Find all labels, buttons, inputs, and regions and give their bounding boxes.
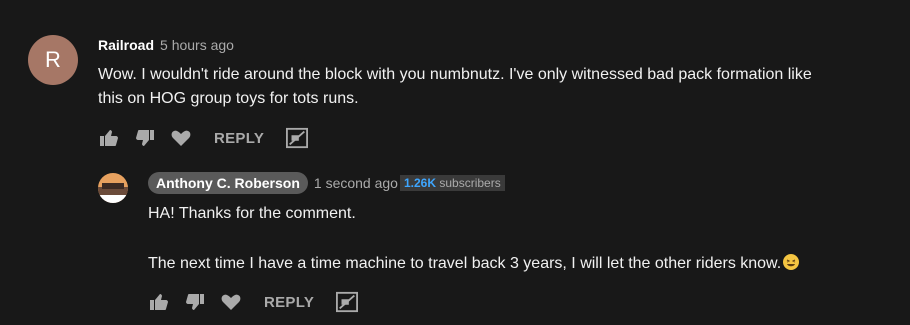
subscriber-count: 1.26K bbox=[403, 176, 436, 190]
author-line: Anthony C. Roberson 1 second ago 1.26K s… bbox=[148, 172, 505, 194]
avatar-photo-icon bbox=[98, 173, 128, 203]
timestamp[interactable]: 1 second ago bbox=[314, 175, 398, 191]
subscriber-badge: 1.26K subscribers bbox=[399, 175, 505, 191]
comment-actions: REPLY bbox=[148, 291, 372, 313]
author-name[interactable]: Anthony C. Roberson bbox=[148, 172, 308, 194]
thumb-down-icon[interactable] bbox=[184, 291, 206, 313]
comment-text-line: this on HOG group toys for tots runs. bbox=[98, 90, 359, 107]
comment-text: HA! Thanks for the comment. The next tim… bbox=[148, 202, 800, 276]
comment-text: Wow. I wouldn't ride around the block wi… bbox=[98, 63, 812, 111]
thumb-down-icon[interactable] bbox=[134, 127, 156, 149]
comment-text-line-2: The next time I have a time machine to t… bbox=[148, 252, 800, 276]
avatar[interactable]: R bbox=[28, 35, 78, 85]
thumb-up-icon[interactable] bbox=[98, 127, 120, 149]
thumb-up-icon[interactable] bbox=[148, 291, 170, 313]
heart-icon[interactable] bbox=[170, 127, 192, 149]
promote-icon[interactable] bbox=[286, 127, 309, 149]
comment-railroad: R Railroad 5 hours ago Wow. I wouldn't r… bbox=[0, 0, 910, 160]
subscriber-label: subscribers bbox=[439, 176, 501, 190]
avatar-letter: R bbox=[45, 47, 61, 72]
comment-reply-anthony: Anthony C. Roberson 1 second ago 1.26K s… bbox=[0, 160, 910, 325]
grinning-squint-emoji-icon bbox=[783, 254, 800, 270]
comment-text-line: Wow. I wouldn't ride around the block wi… bbox=[98, 66, 812, 83]
author-line: Railroad 5 hours ago bbox=[98, 37, 234, 53]
promote-icon[interactable] bbox=[336, 291, 359, 313]
reply-button[interactable]: REPLY bbox=[264, 294, 314, 311]
timestamp[interactable]: 5 hours ago bbox=[160, 37, 234, 53]
avatar[interactable] bbox=[98, 173, 128, 203]
reply-button[interactable]: REPLY bbox=[214, 130, 264, 147]
heart-icon[interactable] bbox=[220, 291, 242, 313]
comment-text-line: The next time I have a time machine to t… bbox=[148, 255, 782, 272]
author-name[interactable]: Railroad bbox=[98, 37, 154, 53]
comment-actions: REPLY bbox=[98, 127, 322, 149]
comment-text-line: HA! Thanks for the comment. bbox=[148, 205, 356, 222]
